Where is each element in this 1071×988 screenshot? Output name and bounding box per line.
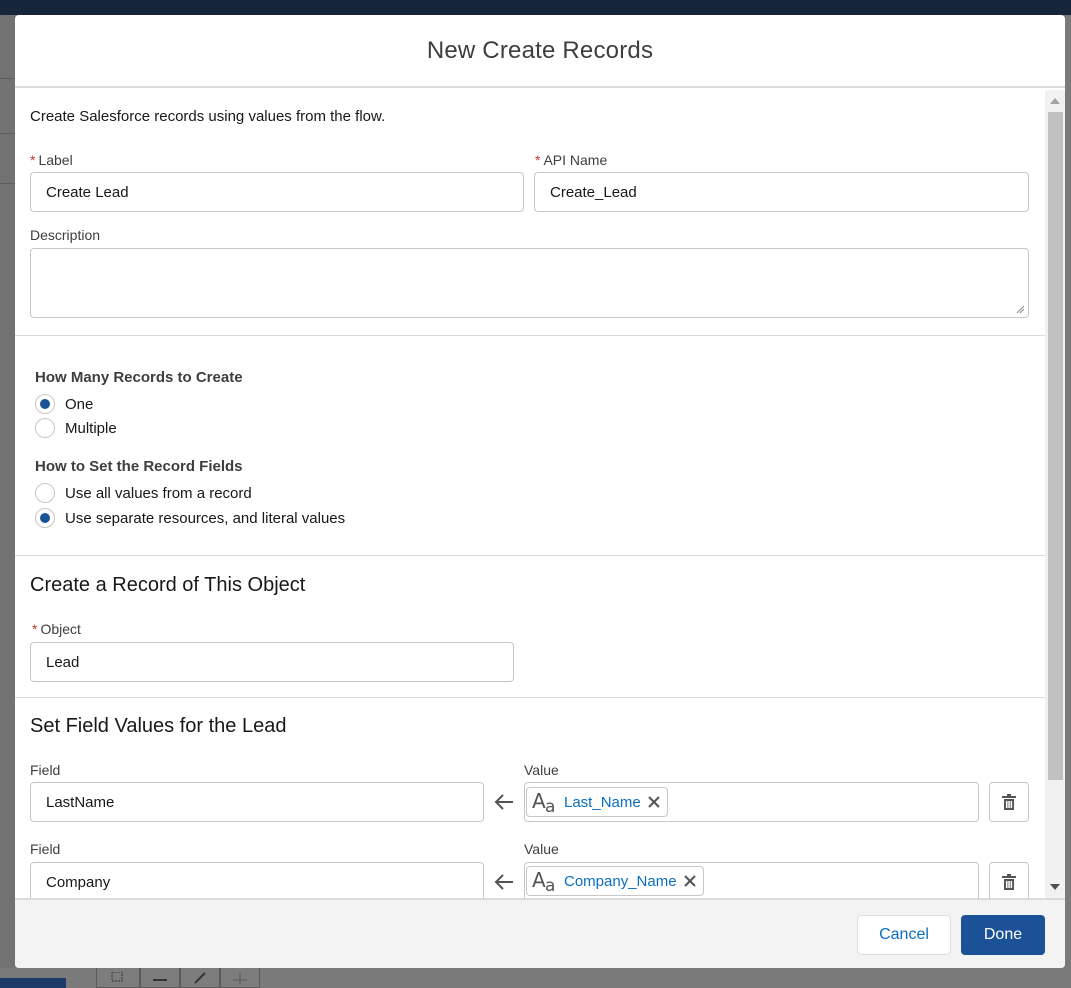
trash-icon <box>1002 794 1016 810</box>
radio-button[interactable] <box>35 418 55 438</box>
background-left-strip <box>0 15 15 988</box>
radio-label: Use separate resources, and literal valu… <box>65 509 346 527</box>
radio-label: One <box>65 395 94 413</box>
background-divider <box>0 133 15 134</box>
radio-button[interactable] <box>35 483 55 503</box>
radio-button-checked[interactable] <box>35 508 55 528</box>
required-marker: * <box>32 621 38 637</box>
label-input[interactable]: Create Lead <box>30 172 524 212</box>
cancel-button[interactable]: Cancel <box>857 915 951 955</box>
text-variable-icon: Aa <box>532 789 556 817</box>
modal-scroll-content: Create Salesforce records using values f… <box>15 90 1045 898</box>
arrow-left-icon <box>494 874 513 890</box>
required-marker: * <box>30 152 36 168</box>
section-divider <box>15 697 1045 698</box>
scroll-up-arrow-icon[interactable] <box>1050 98 1060 104</box>
object-field-label-text: Object <box>40 621 81 637</box>
section-divider <box>15 335 1045 336</box>
label-field-label-text: Label <box>38 152 73 168</box>
vertical-scrollbar[interactable] <box>1045 90 1065 898</box>
radio-label: Multiple <box>65 419 117 437</box>
description-textarea[interactable] <box>30 248 1029 318</box>
modal-title: New Create Records <box>426 36 654 64</box>
radio-button-checked[interactable] <box>35 394 55 414</box>
how-to-set-title: How to Set the Record Fields <box>35 458 243 475</box>
description-field-label: Description <box>30 227 101 243</box>
object-field-label: * Object <box>32 621 81 637</box>
api-name-input[interactable]: Create_Lead <box>534 172 1029 212</box>
trash-icon <box>1002 874 1016 890</box>
text-variable-icon: Aa <box>532 868 556 896</box>
field-values-title: Set Field Values for the Lead <box>30 715 287 737</box>
remove-icon[interactable] <box>683 874 697 888</box>
api-name-field-label: * API Name <box>535 152 607 168</box>
label-field-label: * Label <box>30 152 73 168</box>
object-section-title: Create a Record of This Object <box>30 574 306 596</box>
radio-separate-resources[interactable]: Use separate resources, and literal valu… <box>35 508 345 528</box>
delete-row-button[interactable] <box>989 862 1029 898</box>
modal-footer: Cancel Done <box>15 898 1065 968</box>
app-top-bar <box>0 0 1071 15</box>
api-name-field-label-text: API Name <box>543 152 608 168</box>
object-input[interactable]: Lead <box>30 642 514 682</box>
intro-text: Create Salesforce records using values f… <box>30 108 386 125</box>
field-input[interactable]: LastName <box>30 782 484 822</box>
radio-multiple[interactable]: Multiple <box>35 418 117 438</box>
scroll-down-arrow-icon[interactable] <box>1050 884 1060 890</box>
canvas-toolbar <box>96 968 260 988</box>
background-divider <box>0 183 15 184</box>
modal-header: New Create Records <box>15 15 1065 88</box>
resource-pill[interactable]: Aa Company_Name <box>526 866 704 896</box>
radio-all-values[interactable]: Use all values from a record <box>35 483 252 503</box>
resource-pill[interactable]: Aa Last_Name <box>526 787 668 817</box>
value-label: Value <box>524 841 559 857</box>
section-divider <box>15 555 1045 556</box>
remove-icon[interactable] <box>647 795 661 809</box>
field-label: Field <box>30 841 61 857</box>
radio-label: Use all values from a record <box>65 484 252 502</box>
required-marker: * <box>535 152 541 168</box>
modal-body: Create Salesforce records using values f… <box>15 90 1065 898</box>
background-divider <box>0 78 15 79</box>
select-tool-icon[interactable] <box>96 968 140 988</box>
how-many-title: How Many Records to Create <box>35 369 243 386</box>
arrow-left-icon <box>494 794 513 810</box>
delete-row-button[interactable] <box>989 782 1029 822</box>
pill-label: Last_Name <box>564 793 641 811</box>
background-blue-chip <box>0 978 66 988</box>
resize-handle-icon[interactable] <box>1016 305 1025 314</box>
zoom-in-icon[interactable] <box>220 968 260 988</box>
fit-view-icon[interactable] <box>180 968 220 988</box>
scrollbar-thumb[interactable] <box>1048 112 1063 780</box>
value-label: Value <box>524 762 559 778</box>
done-button[interactable]: Done <box>961 915 1045 955</box>
field-input[interactable]: Company <box>30 862 484 898</box>
pill-label: Company_Name <box>564 872 677 890</box>
zoom-out-icon[interactable] <box>140 968 180 988</box>
radio-one[interactable]: One <box>35 394 93 414</box>
field-label: Field <box>30 762 61 778</box>
create-records-modal: New Create Records Create Salesforce rec… <box>15 15 1065 968</box>
